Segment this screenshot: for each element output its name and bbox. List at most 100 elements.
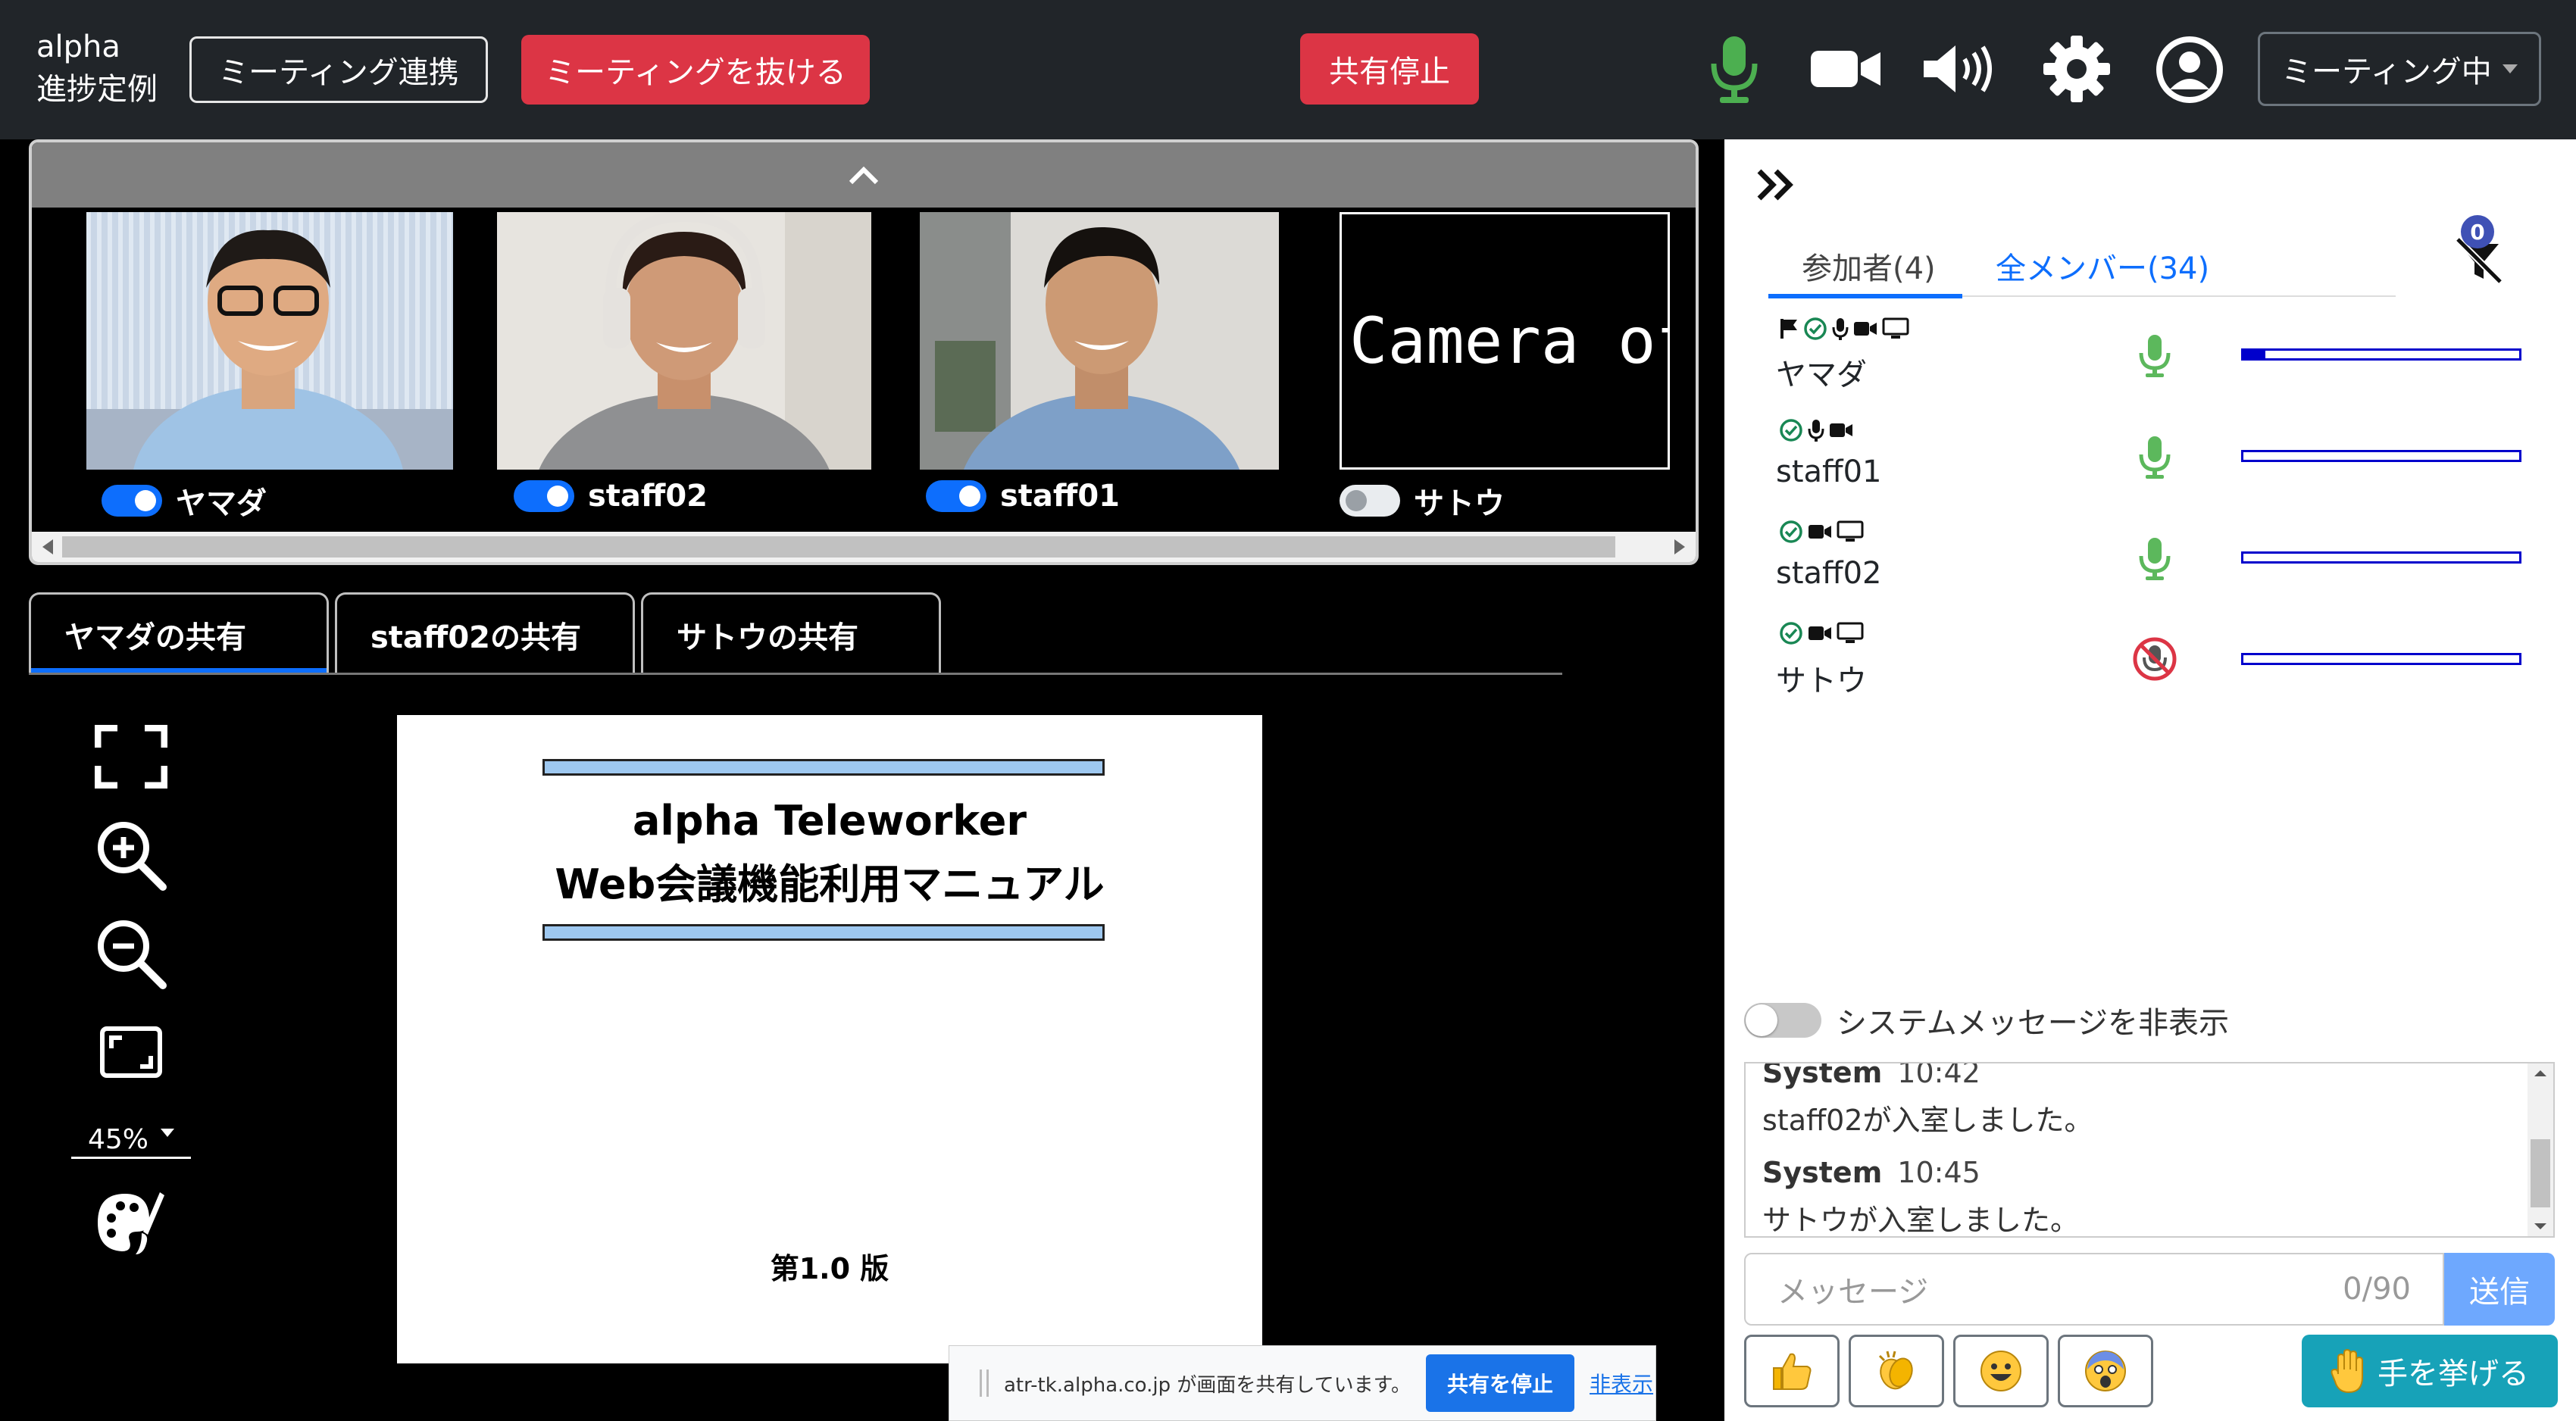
raised-hands-badge: 0 [2461, 215, 2494, 248]
video-toggle-yamada[interactable] [102, 485, 162, 517]
check-circle-icon [1780, 622, 1802, 645]
drag-handle-icon[interactable] [980, 1369, 989, 1397]
fearful-face-icon [2085, 1351, 2126, 1391]
video-strip-scrollbar[interactable] [32, 532, 1696, 562]
video-tile-staff01[interactable] [920, 212, 1279, 470]
participant-status-icons [1779, 317, 1909, 341]
raise-hand-label: 手を挙げる [2377, 1357, 2529, 1391]
participant-video-image [497, 212, 871, 470]
video-tile-yamada[interactable] [86, 212, 453, 470]
gear-icon[interactable] [2040, 32, 2114, 106]
check-circle-icon [1780, 520, 1802, 543]
chat-message-list[interactable]: System 10:42 staff02が入室しました。 System 10:45 … [1744, 1062, 2555, 1238]
chat-message-header: System 10:45 [1762, 1156, 1980, 1189]
scroll-right-icon[interactable] [1674, 539, 1685, 554]
scroll-up-icon[interactable] [2528, 1065, 2553, 1082]
participant-name: staff01 [1000, 479, 1120, 514]
participant-video-image [86, 212, 453, 470]
participant-status-icons [1779, 520, 1864, 544]
message-char-counter: 0/90 [2343, 1272, 2411, 1307]
participant-name: staff02 [588, 479, 708, 514]
camera-off-text: Camera off [1349, 304, 1668, 378]
raise-hand-button[interactable]: 手を挙げる [2302, 1335, 2558, 1407]
share-tab-yamada[interactable]: ヤマダの共有 [29, 592, 329, 674]
reaction-thumbs-up-button[interactable] [1744, 1335, 1840, 1407]
participant-name: staff01 [1776, 454, 1882, 489]
video-toggle-staff01[interactable] [926, 480, 986, 512]
collapse-video-bar[interactable] [32, 142, 1696, 208]
reaction-shocked-button[interactable] [2058, 1335, 2153, 1407]
document-title-line2: Web会議機能利用マニュアル [555, 860, 1105, 908]
message-time: 10:45 [1897, 1156, 1980, 1189]
participant-mic-muted-icon[interactable] [2131, 635, 2179, 683]
audio-level-meter [2241, 348, 2521, 361]
zoom-out-icon[interactable] [89, 912, 173, 995]
speaker-icon[interactable] [1917, 38, 2000, 100]
video-small-icon [1809, 626, 1831, 640]
share-notice-text: atr-tk.alpha.co.jp が画面を共有しています。 [1004, 1373, 1411, 1397]
reaction-clap-button[interactable] [1849, 1335, 1944, 1407]
video-label-yamada: ヤマダ [102, 479, 267, 523]
send-button[interactable]: 送信 [2444, 1253, 2555, 1326]
hide-notice-link[interactable]: 非表示 [1590, 1368, 1653, 1398]
video-tile-staff02[interactable] [497, 212, 871, 470]
share-tab-staff02[interactable]: staff02の共有 [335, 592, 635, 674]
participant-mic-icon[interactable] [2131, 332, 2179, 380]
participant-name: staff02 [1776, 556, 1882, 591]
fit-screen-icon[interactable] [89, 1010, 173, 1094]
screen-share-notice: atr-tk.alpha.co.jp が画面を共有しています。 共有を停止 非表… [949, 1345, 1656, 1421]
meeting-status-dropdown[interactable]: ミーティング中 [2258, 32, 2541, 106]
video-camera-icon[interactable] [1806, 42, 1885, 95]
chevron-up-icon [849, 166, 879, 185]
participant-mic-icon[interactable] [2131, 433, 2179, 482]
scroll-left-icon[interactable] [42, 539, 53, 554]
zoom-level-value: 45% [87, 1124, 148, 1155]
participant-mic-icon[interactable] [2131, 535, 2179, 583]
user-account-icon[interactable] [2153, 33, 2226, 106]
participant-name: サトウ [1776, 664, 1867, 698]
audio-level-meter [2241, 551, 2521, 564]
zoom-in-icon[interactable] [89, 814, 173, 897]
document-version: 第1.0 版 [770, 1252, 889, 1285]
microphone-icon[interactable] [1700, 30, 1768, 109]
video-small-icon [1854, 322, 1877, 336]
leave-meeting-button[interactable]: ミーティングを抜ける [521, 35, 870, 105]
document-decor-bar [542, 924, 1105, 941]
zoom-level-dropdown[interactable]: 45% [71, 1123, 191, 1159]
mic-small-icon [1808, 420, 1824, 442]
hide-system-messages-toggle[interactable] [1744, 1003, 1821, 1038]
video-toggle-staff02[interactable] [514, 480, 574, 512]
stop-sharing-button[interactable]: 共有を停止 [1426, 1354, 1575, 1412]
video-label-sato: サトウ [1340, 479, 1505, 523]
mic-small-icon [1832, 318, 1849, 340]
stop-share-button[interactable]: 共有停止 [1300, 33, 1479, 105]
audio-level-meter [2241, 653, 2521, 665]
hide-system-messages-label: システムメッセージを非表示 [1837, 1006, 2229, 1041]
video-toggle-sato[interactable] [1340, 485, 1400, 517]
check-circle-icon [1780, 419, 1802, 442]
active-tab-indicator [1768, 294, 1962, 298]
reaction-smile-button[interactable] [1953, 1335, 2049, 1407]
scrollbar-thumb[interactable] [62, 536, 1615, 557]
scroll-down-icon[interactable] [2528, 1218, 2553, 1235]
shared-document[interactable]: alpha Teleworker Web会議機能利用マニュアル 第1.0 版 [397, 715, 1262, 1363]
participant-status-icons [1779, 418, 1853, 442]
message-input[interactable]: メッセージ 0/90 [1744, 1253, 2444, 1326]
meeting-title: alpha 進捗定例 [36, 26, 158, 111]
scrollbar-thumb[interactable] [2531, 1139, 2550, 1207]
video-strip: Camera off ヤマダ staff02 staff01 サトウ [29, 139, 1699, 565]
share-tab-sato[interactable]: サトウの共有 [641, 592, 941, 674]
meeting-link-button[interactable]: ミーティング連携 [189, 36, 488, 103]
video-tile-sato[interactable]: Camera off [1340, 212, 1670, 470]
palette-brush-icon[interactable] [89, 1182, 173, 1265]
message-time: 10:42 [1897, 1062, 1980, 1089]
tab-all-members[interactable]: 全メンバー(34) [1996, 233, 2209, 298]
fullscreen-icon[interactable] [89, 715, 173, 798]
participant-name: サトウ [1414, 486, 1505, 521]
tab-participants[interactable]: 参加者(4) [1802, 233, 1936, 298]
collapse-sidebar-icon[interactable] [1755, 162, 1800, 208]
participant-video-image [920, 212, 1279, 470]
chat-scrollbar[interactable] [2528, 1063, 2553, 1236]
chevron-down-icon [161, 1129, 174, 1137]
smiling-face-icon [1980, 1351, 2021, 1391]
